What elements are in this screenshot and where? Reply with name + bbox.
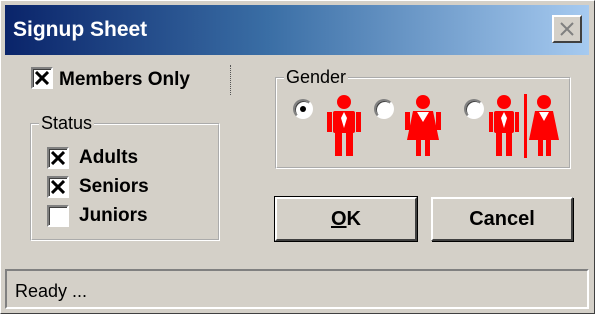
close-icon: [560, 22, 574, 36]
gender-legend: Gender: [284, 67, 349, 88]
gender-radio-both[interactable]: [464, 99, 484, 119]
juniors-checkbox[interactable]: [47, 205, 69, 227]
check-x-icon: [35, 71, 49, 85]
window-title: Signup Sheet: [13, 18, 148, 41]
ok-label: K: [346, 208, 361, 230]
members-only-label[interactable]: Members Only: [59, 69, 190, 91]
ok-label-mnemonic: O: [330, 208, 347, 230]
male-female-figure-icon[interactable]: [489, 94, 561, 158]
seniors-label[interactable]: Seniors: [79, 176, 149, 198]
radio-dot: [300, 106, 306, 112]
members-only-checkbox[interactable]: [31, 67, 53, 89]
check-x-icon: [51, 180, 65, 194]
cancel-label: Cancel: [469, 208, 535, 230]
gender-radio-male[interactable]: [293, 99, 313, 119]
gender-radio-female[interactable]: [374, 99, 394, 119]
cancel-button[interactable]: Cancel: [431, 197, 573, 241]
juniors-label[interactable]: Juniors: [79, 205, 148, 227]
signup-sheet-window: Signup Sheet Members Only Status Adults …: [0, 0, 595, 314]
close-button[interactable]: [552, 15, 582, 43]
status-legend: Status: [39, 113, 95, 134]
title-bar[interactable]: Signup Sheet: [5, 5, 589, 55]
female-figure-icon[interactable]: [405, 94, 441, 158]
status-text: Ready ...: [15, 281, 88, 301]
status-bar: Ready ...: [5, 269, 589, 309]
ok-button[interactable]: OK: [274, 196, 418, 242]
adults-checkbox[interactable]: [47, 147, 69, 169]
adults-label[interactable]: Adults: [79, 147, 138, 169]
male-figure-icon[interactable]: [327, 94, 361, 158]
seniors-checkbox[interactable]: [47, 176, 69, 198]
check-x-icon: [51, 151, 65, 165]
